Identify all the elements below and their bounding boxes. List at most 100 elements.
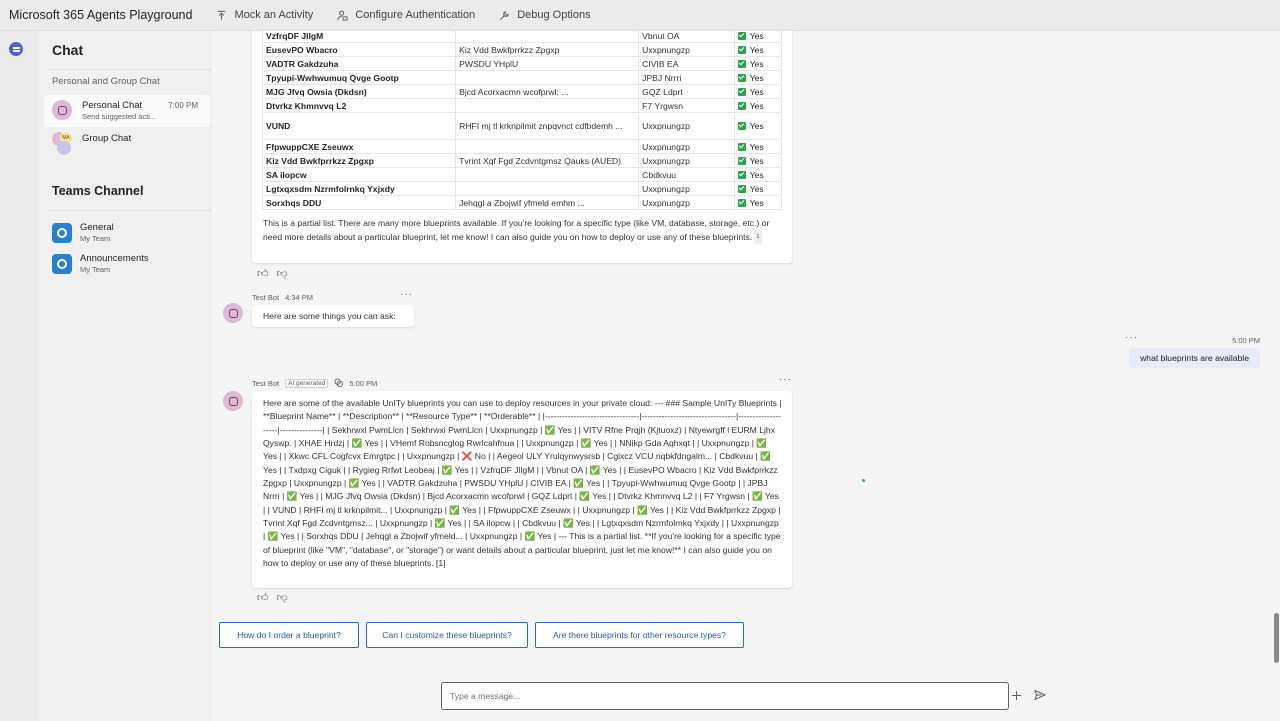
orderable-cell: Yes: [733, 195, 783, 210]
more-options-icon[interactable]: ···: [779, 374, 792, 385]
resource-type-cell: Uxxpnungzp: [638, 42, 735, 57]
blueprint-description-cell: [455, 181, 640, 196]
resource-type-cell: Uxxpnungzp: [638, 153, 735, 168]
orderable-cell: Yes: [733, 181, 783, 196]
resource-type-cell: Uxxpnungzp: [638, 112, 735, 140]
resource-type-cell: JPBJ Nrrri: [638, 70, 735, 85]
check-icon: [737, 156, 746, 165]
blueprint-name-cell: Sorxhqs DDU: [261, 195, 457, 210]
resource-type-cell: Cbdkvuu: [638, 167, 735, 182]
blueprint-name-cell: MJG Jfvq Owsia (Dkdsn): [261, 84, 457, 99]
channel-team: My Team: [80, 234, 111, 243]
message-text: Here are some things you can ask:: [263, 311, 396, 321]
mock-activity-label: Mock an Activity: [234, 9, 314, 21]
blueprint-description-cell: [455, 139, 640, 154]
orderable-cell: Yes: [733, 31, 783, 43]
blueprint-name-cell: Kiz Vdd Bwkfprrkzz Zpgxp: [261, 153, 457, 168]
blueprint-description-cell: [455, 167, 640, 182]
suggestion-customize-blueprints[interactable]: Can I customize these blueprints?: [366, 622, 528, 648]
resource-type-cell: Uxxpnungzp: [638, 139, 735, 154]
personal-group-section-label: Personal and Group Chat: [52, 76, 160, 87]
blueprint-description-cell: Tvrint Xqf Fgd Zcdvntgmsz Qauks (AUED): [455, 153, 640, 168]
table-row: VADTR Gakdzuha PWSDU YHplU CIVIB EA Yes: [261, 56, 783, 71]
more-options-icon[interactable]: ···: [1125, 332, 1138, 343]
copilot-icon: [334, 378, 344, 389]
group-avatar: MA: [52, 132, 74, 155]
message-composer: [441, 682, 1009, 710]
user-message-time: 5:00 PM: [1232, 336, 1260, 345]
more-options-icon[interactable]: ···: [400, 289, 413, 300]
channel-general[interactable]: General My Team: [48, 219, 208, 247]
ai-generated-badge: AI generated: [285, 379, 329, 388]
chat-item-group[interactable]: MA Group Chat: [44, 128, 210, 160]
blueprint-description-cell: RHFI mj tl krknpilmit znpqvnct cdfbdemh …: [455, 112, 640, 140]
blueprint-description-cell: [455, 70, 640, 85]
message-time: 4:34 PM: [285, 293, 314, 302]
blueprint-name-cell: Lgtxqxsdm Nzrmfolrnkq Yxjxdy: [261, 181, 457, 196]
orderable-cell: Yes: [733, 84, 783, 99]
blueprint-name-cell: Dtvrkz Khmnvvq L2: [261, 98, 457, 113]
wrench-icon: [497, 8, 511, 22]
table-row: SA ilopcw Cbdkvuu Yes: [261, 167, 783, 182]
suggestion-order-blueprint[interactable]: How do I order a blueprint?: [219, 622, 359, 648]
divider: [48, 210, 212, 211]
chat-item-personal[interactable]: Personal Chat Send suggested acti... 7:0…: [44, 95, 210, 127]
suggestion-other-resource-types[interactable]: Are there blueprints for other resource …: [535, 622, 744, 648]
bot-avatar: [223, 303, 243, 323]
person-lock-icon: [335, 8, 349, 22]
thumbs-up-icon[interactable]: 👍︎: [257, 267, 269, 280]
message-input[interactable]: [442, 683, 1008, 709]
conversation-pane: VzfrqDF JllgM Vbnut OA Yes EusevPO Wbacro Ki…: [212, 31, 1280, 721]
divider: [48, 69, 212, 70]
table-row: Sorxhqs DDU Jehqgl a Zbojwif yfmeld emhm …: [261, 195, 783, 210]
check-icon: [737, 87, 746, 96]
message-text: what blueprints are available: [1140, 353, 1249, 363]
blueprint-description-cell: Jehqgl a Zbojwif yfmeld emhm ...: [455, 195, 640, 210]
scrollbar-thumb[interactable]: [1274, 613, 1279, 663]
user-message-bubble: what blueprints are available: [1129, 348, 1260, 368]
add-icon[interactable]: [1008, 687, 1024, 703]
mock-activity-button[interactable]: Mock an Activity: [214, 8, 313, 22]
check-icon: [737, 122, 746, 130]
check-icon: [737, 73, 746, 82]
table-row: Dtvrkz Khmnvvq L2 F7 Yrgwsn Yes: [261, 98, 783, 113]
orderable-cell: Yes: [733, 153, 783, 168]
send-icon[interactable]: [1032, 687, 1048, 703]
reactions-1: 👍︎ 👎︎: [257, 267, 288, 280]
resource-type-cell: CIVIB EA: [638, 56, 735, 71]
teams-channel-title: Teams Channel: [52, 184, 144, 198]
thumbs-down-icon[interactable]: 👎︎: [277, 591, 288, 604]
check-icon: [737, 101, 746, 110]
orderable-cell: Yes: [733, 112, 783, 140]
thumbs-up-icon[interactable]: 👍︎: [257, 591, 269, 604]
resource-type-cell: GQZ Ldprt: [638, 84, 735, 99]
blueprint-description-cell: [455, 31, 640, 43]
chat-item-preview: Send suggested acti...: [82, 112, 157, 121]
sender-name: Test Bot: [252, 379, 280, 388]
configure-authentication-button[interactable]: Configure Authentication: [335, 8, 475, 22]
resource-type-cell: F7 Yrgwsn: [638, 98, 735, 113]
chat-icon[interactable]: [9, 42, 23, 56]
orderable-cell: Yes: [733, 98, 783, 113]
blueprint-description-cell: Bjcd Acorxacmn wcofprwl: ...: [455, 84, 640, 99]
configure-authentication-label: Configure Authentication: [355, 9, 476, 21]
blueprint-description-cell: Kiz Vdd Bwkfprrkzz Zpgxp: [455, 42, 640, 57]
message-time: 5:00 PM: [349, 379, 378, 388]
top-bar: Microsoft 365 Agents Playground Mock an …: [0, 0, 1280, 31]
blueprint-name-cell: VzfrqDF JllgM: [261, 31, 457, 43]
check-icon: [737, 170, 746, 179]
orderable-cell: Yes: [733, 167, 783, 182]
debug-options-button[interactable]: Debug Options: [497, 8, 591, 22]
citation-badge[interactable]: 1: [754, 230, 762, 244]
blueprint-name-cell: VUND: [261, 112, 457, 140]
channel-announcements[interactable]: Announcements My Team: [48, 250, 208, 278]
message-meta: Test Bot 4:34 PM: [252, 293, 313, 302]
resource-type-cell: Uxxpnungzp: [638, 181, 735, 196]
orderable-cell: Yes: [733, 70, 783, 85]
bot-message-bubble: Here are some things you can ask:: [252, 305, 414, 327]
table-row: VUND RHFI mj tl krknpilmit znpqvnct cdfbd…: [261, 112, 783, 140]
table-row: FfpwuppCXE Zseuwx Uxxpnungzp Yes: [261, 139, 783, 154]
thumbs-down-icon[interactable]: 👎︎: [277, 267, 288, 280]
check-icon: [737, 31, 746, 40]
blueprint-description-cell: PWSDU YHplU: [455, 56, 640, 71]
